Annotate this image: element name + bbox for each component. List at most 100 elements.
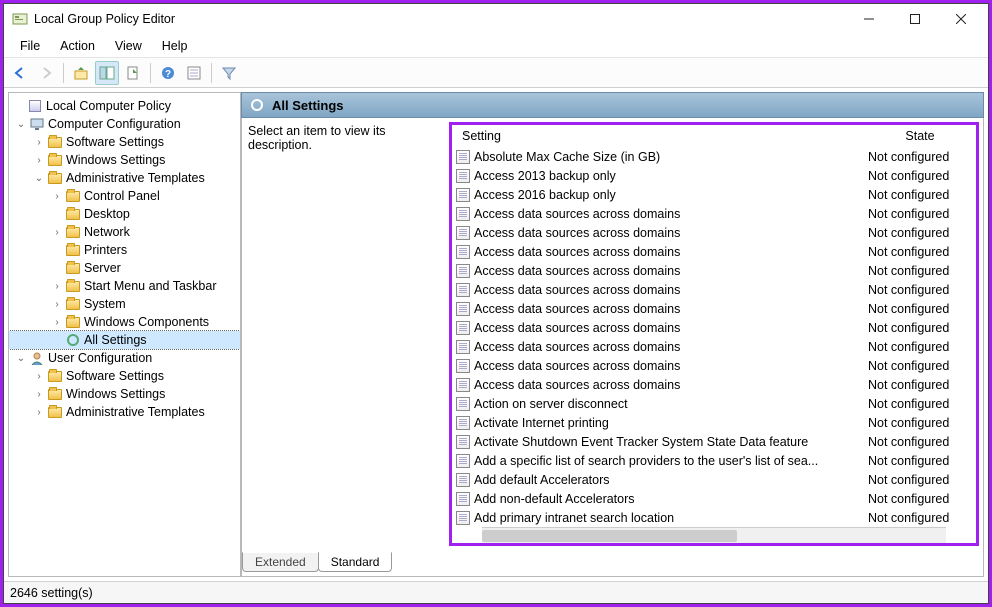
list-item[interactable]: Access data sources across domainsNot co… xyxy=(452,223,976,242)
properties-button[interactable] xyxy=(182,61,206,85)
setting-name: Access data sources across domains xyxy=(474,359,680,373)
folder-icon xyxy=(47,368,63,384)
menu-action[interactable]: Action xyxy=(50,37,105,55)
policy-item-icon xyxy=(456,245,470,259)
setting-state: Not configured xyxy=(864,150,976,164)
list-item[interactable]: Access data sources across domainsNot co… xyxy=(452,375,976,394)
tree-ctrl-panel[interactable]: ›Control Panel xyxy=(9,187,240,205)
policy-item-icon xyxy=(456,226,470,240)
setting-name: Add default Accelerators xyxy=(474,473,610,487)
filter-button[interactable] xyxy=(217,61,241,85)
description-prompt: Select an item to view its description. xyxy=(248,124,386,152)
scrollbar-thumb[interactable] xyxy=(482,530,737,542)
status-text: 2646 setting(s) xyxy=(10,586,93,600)
tree-user-win[interactable]: ›Windows Settings xyxy=(9,385,240,403)
list-item[interactable]: Activate Shutdown Event Tracker System S… xyxy=(452,432,976,451)
menu-help[interactable]: Help xyxy=(152,37,198,55)
policy-item-icon xyxy=(456,473,470,487)
tree-startmenu[interactable]: ›Start Menu and Taskbar xyxy=(9,277,240,295)
list-item[interactable]: Access data sources across domainsNot co… xyxy=(452,261,976,280)
list-body[interactable]: Absolute Max Cache Size (in GB)Not confi… xyxy=(452,147,976,527)
setting-state: Not configured xyxy=(864,511,976,525)
folder-icon xyxy=(65,188,81,204)
tree-user-soft[interactable]: ›Software Settings xyxy=(9,367,240,385)
list-item[interactable]: Access 2016 backup onlyNot configured xyxy=(452,185,976,204)
column-state[interactable]: State xyxy=(864,125,976,147)
list-item[interactable]: Access data sources across domainsNot co… xyxy=(452,204,976,223)
minimize-button[interactable] xyxy=(846,4,892,34)
policy-item-icon xyxy=(456,321,470,335)
maximize-button[interactable] xyxy=(892,4,938,34)
settings-list: Setting⌃ State Absolute Max Cache Size (… xyxy=(449,122,979,546)
tab-extended[interactable]: Extended xyxy=(242,552,319,572)
computer-icon xyxy=(29,116,45,132)
list-item[interactable]: Add a specific list of search providers … xyxy=(452,451,976,470)
tree-wincomp[interactable]: ›Windows Components xyxy=(9,313,240,331)
folder-icon xyxy=(47,404,63,420)
policy-item-icon xyxy=(456,340,470,354)
list-item[interactable]: Absolute Max Cache Size (in GB)Not confi… xyxy=(452,147,976,166)
setting-state: Not configured xyxy=(864,416,976,430)
policy-item-icon xyxy=(456,188,470,202)
setting-name: Activate Shutdown Event Tracker System S… xyxy=(474,435,808,449)
titlebar[interactable]: Local Group Policy Editor xyxy=(4,4,988,34)
tree-desktop[interactable]: Desktop xyxy=(9,205,240,223)
tree-root[interactable]: Local Computer Policy xyxy=(9,97,240,115)
list-item[interactable]: Access 2013 backup onlyNot configured xyxy=(452,166,976,185)
sort-indicator-icon: ⌃ xyxy=(462,131,470,142)
list-header: Setting⌃ State xyxy=(452,125,976,147)
list-item[interactable]: Access data sources across domainsNot co… xyxy=(452,299,976,318)
content-header: All Settings xyxy=(241,92,984,118)
policy-item-icon xyxy=(456,150,470,164)
tab-strip: Extended Standard xyxy=(242,550,391,572)
policy-item-icon xyxy=(456,511,470,525)
menu-file[interactable]: File xyxy=(10,37,50,55)
setting-state: Not configured xyxy=(864,378,976,392)
svg-text:?: ? xyxy=(165,69,171,80)
list-item[interactable]: Access data sources across domainsNot co… xyxy=(452,356,976,375)
close-button[interactable] xyxy=(938,4,984,34)
up-button[interactable] xyxy=(69,61,93,85)
setting-state: Not configured xyxy=(864,245,976,259)
tree-user-config[interactable]: ⌄User Configuration xyxy=(9,349,240,367)
list-item[interactable]: Add non-default AcceleratorsNot configur… xyxy=(452,489,976,508)
app-icon xyxy=(12,11,28,27)
show-hide-tree-button[interactable] xyxy=(95,61,119,85)
list-item[interactable]: Access data sources across domainsNot co… xyxy=(452,242,976,261)
list-item[interactable]: Access data sources across domainsNot co… xyxy=(452,337,976,356)
export-button[interactable] xyxy=(121,61,145,85)
horizontal-scrollbar[interactable] xyxy=(482,527,946,543)
back-button[interactable] xyxy=(8,61,32,85)
list-item[interactable]: Access data sources across domainsNot co… xyxy=(452,280,976,299)
tree-system[interactable]: ›System xyxy=(9,295,240,313)
tree-printers[interactable]: Printers xyxy=(9,241,240,259)
tree-comp-soft[interactable]: ›Software Settings xyxy=(9,133,240,151)
tree-comp-win[interactable]: ›Windows Settings xyxy=(9,151,240,169)
tree-all-settings[interactable]: All Settings xyxy=(9,331,240,349)
list-item[interactable]: Access data sources across domainsNot co… xyxy=(452,318,976,337)
policy-item-icon xyxy=(456,378,470,392)
user-icon xyxy=(29,350,45,366)
folder-icon xyxy=(47,386,63,402)
list-item[interactable]: Add default AcceleratorsNot configured xyxy=(452,470,976,489)
list-item[interactable]: Action on server disconnectNot configure… xyxy=(452,394,976,413)
content-title: All Settings xyxy=(272,98,344,113)
tree-comp-config[interactable]: ⌄Computer Configuration xyxy=(9,115,240,133)
tree-comp-admin[interactable]: ⌄Administrative Templates xyxy=(9,169,240,187)
folder-icon xyxy=(65,278,81,294)
column-setting[interactable]: Setting⌃ xyxy=(452,125,864,147)
tab-standard[interactable]: Standard xyxy=(318,552,393,572)
setting-state: Not configured xyxy=(864,207,976,221)
setting-name: Access 2013 backup only xyxy=(474,169,616,183)
setting-state: Not configured xyxy=(864,454,976,468)
forward-button[interactable] xyxy=(34,61,58,85)
toolbar: ? xyxy=(4,58,988,88)
list-item[interactable]: Add primary intranet search locationNot … xyxy=(452,508,976,527)
tree-server[interactable]: Server xyxy=(9,259,240,277)
tree-network[interactable]: ›Network xyxy=(9,223,240,241)
menu-view[interactable]: View xyxy=(105,37,152,55)
list-item[interactable]: Activate Internet printingNot configured xyxy=(452,413,976,432)
help-button[interactable]: ? xyxy=(156,61,180,85)
tree-pane[interactable]: Local Computer Policy ⌄Computer Configur… xyxy=(8,92,241,577)
tree-user-admin[interactable]: ›Administrative Templates xyxy=(9,403,240,421)
